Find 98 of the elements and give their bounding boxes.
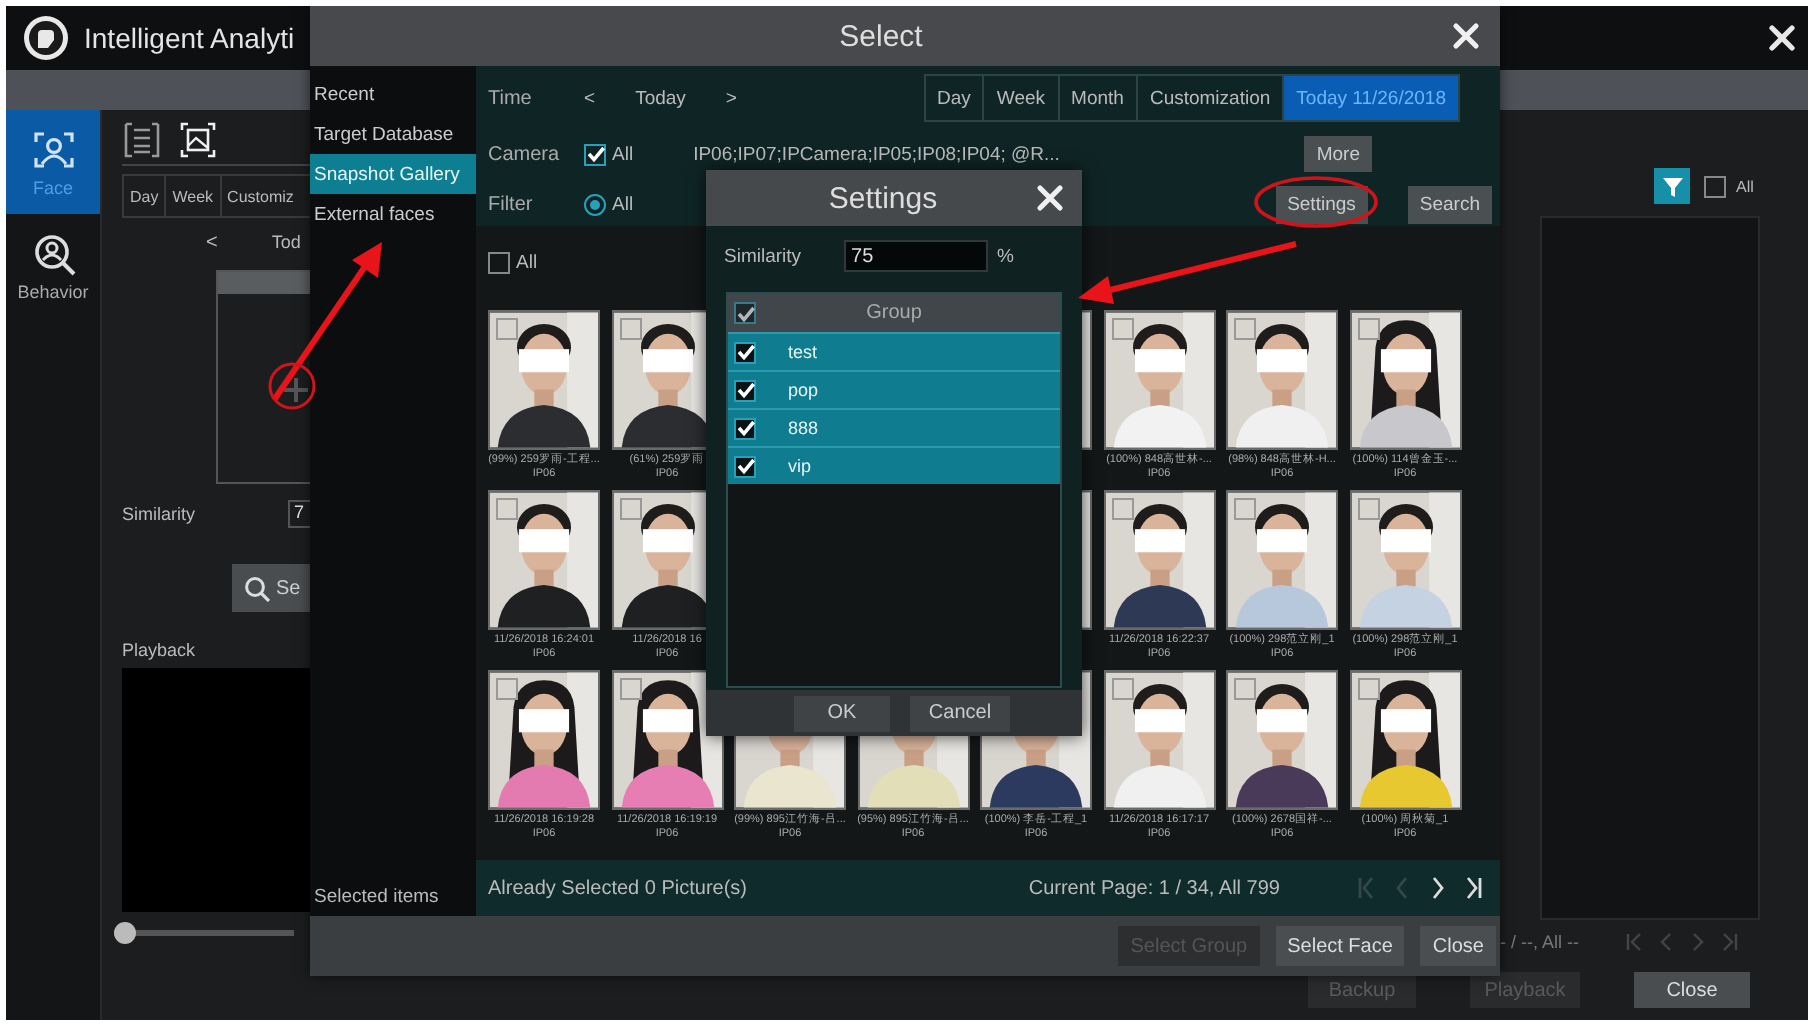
group-row[interactable]: vip: [728, 446, 1060, 484]
checkbox[interactable]: [734, 455, 756, 477]
first-page-icon[interactable]: [1623, 932, 1643, 952]
previous-page-icon[interactable]: [1392, 876, 1412, 900]
page-info: - / --, All --: [1500, 932, 1579, 952]
tab[interactable]: Week: [166, 176, 222, 216]
close-icon[interactable]: [1452, 22, 1480, 50]
group-row[interactable]: pop: [728, 370, 1060, 408]
sidebar-item[interactable]: Target Database: [310, 114, 476, 154]
checkbox[interactable]: [734, 341, 756, 363]
dialog-title: Settings: [826, 181, 940, 215]
similarity-label: Similarity: [122, 504, 196, 524]
app-title: Intelligent Analyti: [84, 22, 295, 54]
checkbox[interactable]: [734, 417, 756, 439]
tab[interactable]: Customiz: [221, 176, 300, 216]
tab[interactable]: Day: [124, 176, 167, 216]
page-info: Current Page: 1 / 34, All 799: [1028, 877, 1280, 899]
checkbox[interactable]: [1234, 678, 1256, 700]
checkbox[interactable]: [1111, 678, 1133, 700]
date-label: Today: [635, 87, 686, 109]
checkbox[interactable]: [619, 318, 641, 340]
sidebar-item[interactable]: Recent: [310, 74, 476, 114]
filter-label: Filter: [488, 193, 535, 215]
checkbox[interactable]: [496, 678, 518, 700]
checkbox[interactable]: [488, 251, 510, 273]
group-name: vip: [788, 456, 812, 476]
action-button[interactable]: Close: [1634, 972, 1750, 1008]
sidebar-item[interactable]: External faces: [310, 194, 476, 234]
tab[interactable]: Day: [925, 76, 985, 120]
checkbox[interactable]: [1111, 498, 1133, 520]
group-row[interactable]: test: [728, 332, 1060, 370]
checkbox[interactable]: [496, 498, 518, 520]
previous-button[interactable]: <: [584, 87, 596, 109]
similarity-field[interactable]: 75: [843, 240, 988, 272]
group-name: pop: [788, 380, 819, 400]
checkbox[interactable]: [1357, 678, 1379, 700]
magnifier-icon: [31, 231, 75, 275]
option-label: All: [612, 193, 634, 215]
nav-item[interactable]: Behavior: [6, 214, 100, 318]
slider-thumb[interactable]: [114, 922, 136, 944]
image-icon[interactable]: [178, 120, 218, 160]
list-icon[interactable]: [122, 120, 162, 160]
next-button[interactable]: >: [725, 87, 737, 109]
checkbox[interactable]: [1234, 318, 1256, 340]
group-name: 888: [788, 418, 819, 438]
checkbox[interactable]: [1704, 175, 1726, 197]
all-label: All: [612, 143, 634, 165]
face-scan-icon: [31, 127, 75, 171]
dialog-title: Select: [837, 19, 925, 53]
action-button[interactable]: Select Face: [1275, 926, 1405, 966]
checkbox[interactable]: [1111, 318, 1133, 340]
checkbox[interactable]: [584, 143, 606, 165]
group-name: test: [788, 342, 818, 362]
selected-count: Already Selected 0 Picture(s): [488, 877, 748, 899]
first-page-icon[interactable]: [1356, 876, 1376, 900]
checkbox[interactable]: [734, 302, 756, 324]
more-button[interactable]: More: [1304, 136, 1372, 172]
dialog-button[interactable]: OK: [794, 695, 890, 731]
group-row[interactable]: 888: [728, 408, 1060, 446]
logo-icon: [22, 14, 70, 62]
previous-button[interactable]: <: [206, 231, 218, 253]
add-icon[interactable]: [282, 376, 310, 404]
checkbox[interactable]: [496, 318, 518, 340]
unit-label: %: [997, 245, 1014, 267]
action-button[interactable]: Close: [1420, 926, 1496, 966]
date-label: Tod: [271, 232, 301, 252]
all-label: All: [516, 251, 538, 273]
next-page-icon[interactable]: [1428, 876, 1448, 900]
search-button[interactable]: Se: [232, 564, 310, 612]
close-icon[interactable]: [1768, 24, 1796, 52]
checkbox[interactable]: [1234, 498, 1256, 520]
previous-page-icon[interactable]: [1655, 932, 1675, 952]
checkbox[interactable]: [1357, 318, 1379, 340]
time-label: Time: [488, 87, 534, 109]
close-icon[interactable]: [1036, 184, 1064, 212]
search-button[interactable]: Search: [1407, 185, 1492, 223]
camera-list: IP06;IP07;IPCamera;IP05;IP08;IP04; @R...: [693, 143, 1060, 165]
checkbox[interactable]: [619, 678, 641, 700]
tab[interactable]: Month: [1059, 76, 1138, 120]
checkbox[interactable]: [1357, 498, 1379, 520]
tab[interactable]: Week: [984, 76, 1060, 120]
selected-items-label: Selected items: [312, 886, 441, 908]
sidebar-item[interactable]: Snapshot Gallery: [310, 154, 476, 194]
checkbox[interactable]: [619, 498, 641, 520]
radio-button[interactable]: [584, 193, 606, 215]
circle-annotation: [1254, 176, 1378, 228]
camera-label: Camera: [488, 143, 562, 165]
playback-label: Playback: [122, 640, 198, 660]
all-label: All: [1736, 177, 1754, 195]
filter-button[interactable]: [1654, 168, 1690, 204]
filter-icon: [1661, 175, 1683, 197]
circle-annotation: [268, 362, 316, 410]
similarity-label: Similarity: [724, 245, 802, 267]
search-icon: [244, 575, 270, 601]
column-header: Group: [864, 302, 924, 324]
checkbox[interactable]: [734, 379, 756, 401]
settings-button[interactable]: Settings: [1275, 185, 1368, 223]
dialog-button[interactable]: Cancel: [910, 695, 1010, 731]
